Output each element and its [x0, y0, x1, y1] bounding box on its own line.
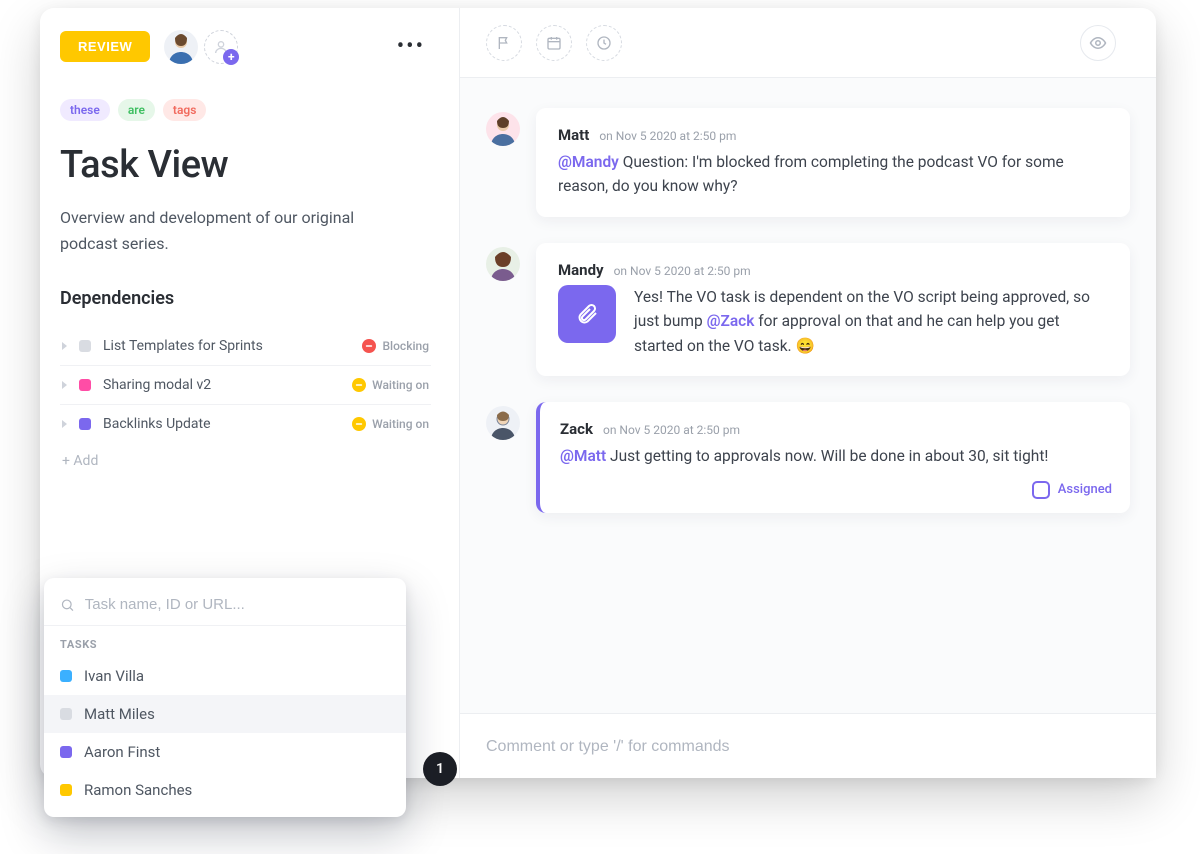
assignee-avatar[interactable] — [164, 30, 198, 64]
left-header: REVIEW + ••• — [60, 28, 431, 65]
task-description[interactable]: Overview and development of our original… — [60, 205, 400, 256]
comment-avatar — [486, 247, 520, 281]
eye-icon — [1089, 34, 1107, 52]
count-badge[interactable]: 1 — [423, 752, 457, 786]
tags-row: these are tags — [60, 99, 431, 121]
search-icon — [60, 597, 75, 613]
comment: Mandy on Nov 5 2020 at 2:50 pm Yes! The … — [486, 243, 1130, 376]
status-dot — [79, 418, 91, 430]
plus-icon: + — [223, 49, 239, 65]
dependency-row[interactable]: Backlinks Update Waiting on — [60, 405, 431, 443]
comment-author: Matt — [558, 126, 589, 144]
task-option-label: Ivan Villa — [84, 667, 144, 685]
time-tracking-button[interactable] — [586, 25, 622, 61]
comment-author: Zack — [560, 420, 593, 438]
dependency-status: Waiting on — [352, 378, 429, 392]
comment-author: Mandy — [558, 261, 604, 279]
blocking-icon — [362, 339, 376, 353]
task-option-label: Aaron Finst — [84, 743, 160, 761]
chevron-right-icon — [62, 420, 67, 428]
attachment-thumbnail[interactable] — [558, 285, 616, 343]
waiting-icon — [352, 417, 366, 431]
status-dot — [79, 379, 91, 391]
task-option[interactable]: Ivan Villa — [44, 657, 406, 695]
comment-body: Yes! The VO task is dependent on the VO … — [634, 285, 1108, 358]
add-dependency-button[interactable]: + Add — [60, 443, 431, 479]
clock-icon — [596, 35, 612, 51]
watchers-button[interactable] — [1080, 25, 1116, 61]
dependency-name: Backlinks Update — [103, 416, 211, 432]
task-search-popover: TASKS Ivan Villa Matt Miles Aaron Finst … — [44, 578, 406, 817]
dependency-status: Waiting on — [352, 417, 429, 431]
dependency-status-label: Blocking — [382, 339, 429, 353]
dependency-name: Sharing modal v2 — [103, 377, 211, 393]
task-option-label: Matt Miles — [84, 705, 155, 723]
mention[interactable]: @Matt — [560, 447, 606, 465]
comment-timestamp: on Nov 5 2020 at 2:50 pm — [599, 129, 736, 143]
mention[interactable]: @Mandy — [558, 153, 619, 171]
more-menu-button[interactable]: ••• — [391, 28, 431, 65]
review-status-button[interactable]: REVIEW — [60, 31, 150, 62]
add-assignee-button[interactable]: + — [204, 30, 238, 64]
comment-avatar — [486, 112, 520, 146]
right-panel: Matt on Nov 5 2020 at 2:50 pm @Mandy Que… — [460, 8, 1156, 778]
comment-timestamp: on Nov 5 2020 at 2:50 pm — [603, 423, 740, 437]
waiting-icon — [352, 378, 366, 392]
task-search-input[interactable] — [85, 596, 390, 613]
task-option-label: Ramon Sanches — [84, 781, 192, 799]
popover-search-row — [44, 590, 406, 626]
task-option[interactable]: Matt Miles — [44, 695, 406, 733]
flag-icon — [496, 35, 512, 51]
comment-bubble[interactable]: Matt on Nov 5 2020 at 2:50 pm @Mandy Que… — [536, 108, 1130, 217]
calendar-icon — [546, 35, 562, 51]
task-option[interactable]: Aaron Finst — [44, 733, 406, 771]
dependency-row[interactable]: Sharing modal v2 Waiting on — [60, 366, 431, 405]
chevron-right-icon — [62, 342, 67, 350]
comment-bubble[interactable]: Zack on Nov 5 2020 at 2:50 pm @Matt Just… — [536, 402, 1130, 512]
comment-text: Just getting to approvals now. Will be d… — [606, 447, 1048, 465]
comment-bubble[interactable]: Mandy on Nov 5 2020 at 2:50 pm Yes! The … — [536, 243, 1130, 376]
comment-timestamp: on Nov 5 2020 at 2:50 pm — [614, 264, 751, 278]
dependencies-list: List Templates for Sprints Blocking Shar… — [60, 327, 431, 443]
comment-body: @Mandy Question: I'm blocked from comple… — [558, 150, 1108, 199]
app-window: REVIEW + ••• these are tags Task View Ov… — [40, 8, 1156, 778]
status-dot — [60, 708, 72, 720]
status-dot — [79, 340, 91, 352]
dependencies-heading: Dependencies — [60, 288, 431, 309]
status-dot — [60, 784, 72, 796]
comment-input[interactable] — [486, 738, 1130, 756]
comment: Zack on Nov 5 2020 at 2:50 pm @Matt Just… — [486, 402, 1130, 512]
comments-feed: Matt on Nov 5 2020 at 2:50 pm @Mandy Que… — [460, 78, 1156, 713]
dependency-status-label: Waiting on — [372, 378, 429, 392]
tag[interactable]: these — [60, 99, 110, 121]
chevron-right-icon — [62, 381, 67, 389]
right-header — [460, 8, 1156, 78]
comment-text: Question: I'm blocked from completing th… — [558, 153, 1064, 195]
task-option[interactable]: Ramon Sanches — [44, 771, 406, 809]
dependency-row[interactable]: List Templates for Sprints Blocking — [60, 327, 431, 366]
comment-composer — [460, 713, 1156, 778]
left-panel: REVIEW + ••• these are tags Task View Ov… — [40, 8, 460, 778]
status-dot — [60, 746, 72, 758]
dependency-status-label: Waiting on — [372, 417, 429, 431]
comment: Matt on Nov 5 2020 at 2:50 pm @Mandy Que… — [486, 108, 1130, 217]
status-dot — [60, 670, 72, 682]
mention[interactable]: @Zack — [707, 312, 755, 330]
due-date-button[interactable] — [536, 25, 572, 61]
popover-group-label: TASKS — [44, 626, 406, 657]
tag[interactable]: tags — [163, 99, 206, 121]
tag[interactable]: are — [118, 99, 155, 121]
checkbox-icon — [1032, 481, 1050, 499]
priority-flag-button[interactable] — [486, 25, 522, 61]
dependency-name: List Templates for Sprints — [103, 338, 263, 354]
dependency-status: Blocking — [362, 339, 429, 353]
assigned-chip[interactable]: Assigned — [1032, 481, 1112, 499]
assigned-label: Assigned — [1058, 482, 1112, 497]
paperclip-icon — [575, 302, 599, 326]
comment-avatar — [486, 406, 520, 440]
task-title[interactable]: Task View — [60, 143, 431, 187]
comment-body: @Matt Just getting to approvals now. Wil… — [560, 444, 1108, 468]
